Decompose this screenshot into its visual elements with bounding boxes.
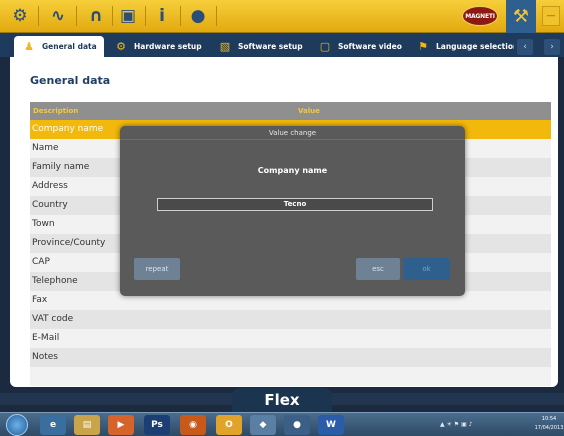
table-row[interactable]: Notes (30, 348, 551, 367)
row-label: Town (32, 219, 55, 229)
column-header-value: Value (298, 107, 320, 115)
tab-label: Software video (338, 42, 402, 51)
repeat-button[interactable]: repeat (134, 258, 180, 280)
firefox-icon[interactable]: ◉ (180, 415, 206, 435)
start-button[interactable] (6, 414, 28, 436)
row-label: Country (32, 200, 68, 210)
info-icon[interactable]: i (150, 5, 174, 27)
tools-icon[interactable]: ⚒ (506, 0, 536, 33)
folder-icon[interactable]: ▣ (116, 5, 140, 27)
clock[interactable]: 10:54 17/04/2013 (534, 415, 564, 435)
tab-scroll-right-icon[interactable]: › (544, 39, 560, 55)
tab-label: Hardware setup (134, 42, 202, 51)
table-row[interactable] (30, 367, 551, 386)
photoshop-icon[interactable]: Ps (144, 415, 170, 435)
toolbar-divider (112, 6, 113, 26)
tab-label: Software setup (238, 42, 303, 51)
app-icon[interactable]: ● (284, 415, 310, 435)
clock-date: 17/04/2013 (534, 425, 564, 431)
flag-icon: ⚑ (418, 40, 428, 53)
toolbar-divider (145, 6, 146, 26)
app-icon[interactable]: ◆ (250, 415, 276, 435)
toolbar-divider (76, 6, 77, 26)
media-player-icon[interactable]: ▶ (108, 415, 134, 435)
tab-software-setup[interactable]: ▧ Software setup (210, 36, 306, 57)
word-icon[interactable]: W (318, 415, 344, 435)
row-label: E-Mail (32, 333, 60, 343)
diagnosis-icon[interactable]: ∿ (46, 5, 70, 27)
value-input[interactable]: Tecno (157, 198, 433, 211)
row-label: Company name (32, 124, 104, 134)
clock-time: 10:54 (541, 416, 557, 422)
tab-scroll-left-icon[interactable]: ‹ (517, 39, 533, 55)
tab-software-video[interactable]: ▢ Software video (310, 36, 404, 57)
tab-general-data[interactable]: ♟ General data (14, 36, 104, 57)
row-label: Fax (32, 295, 48, 305)
system-tray: ▲ ☀ ⚑ ▣ ♪ (440, 421, 473, 428)
people-icon: ♟ (24, 40, 34, 53)
tab-label: Language selection (436, 42, 514, 51)
brand-logo: MAGNETI MARELLI (462, 6, 498, 40)
ok-button[interactable]: ok (403, 258, 450, 280)
row-label: Address (32, 181, 68, 191)
row-label: Province/County (32, 238, 106, 248)
top-toolbar: ⚙ ∿ ∩ ▣ i ● MAGNETI MARELLI ⚒ — (0, 0, 564, 40)
vehicle-selection-icon[interactable]: ⚙ (8, 5, 32, 27)
row-label: CAP (32, 257, 50, 267)
row-label: Family name (32, 162, 90, 172)
row-label: VAT code (32, 314, 74, 324)
globe-icon[interactable]: ● (186, 5, 210, 27)
dialog-title: Value change (120, 126, 465, 140)
tab-language-selection[interactable]: ⚑ Language selection (408, 36, 514, 57)
connection-icon[interactable]: ∩ (84, 5, 108, 27)
folder-icon[interactable]: ▤ (74, 415, 100, 435)
value-change-dialog: Value change Company name Tecno repeat e… (120, 126, 465, 296)
tab-strip: ♟ General data ⚙ Hardware setup ▧ Softwa… (0, 33, 564, 57)
table-row[interactable]: VAT code (30, 310, 551, 329)
esc-button[interactable]: esc (356, 258, 400, 280)
table-header: Description Value (30, 102, 551, 120)
toolbar-divider (216, 6, 217, 26)
video-icon: ▢ (319, 40, 331, 53)
minimize-icon[interactable]: — (542, 6, 560, 26)
outlook-icon[interactable]: O (216, 415, 242, 435)
windows-taskbar: e ▤ ▶ Ps ◉ O ◆ ● W ▲ ☀ ⚑ ▣ ♪ 10:54 17/04… (0, 412, 564, 436)
toolbar-divider (180, 6, 181, 26)
field-label: Company name (257, 166, 328, 175)
tab-hardware-setup[interactable]: ⚙ Hardware setup (106, 36, 206, 57)
tab-label: General data (42, 42, 97, 51)
document-icon: ▧ (219, 40, 231, 53)
page-title: General data (30, 74, 111, 87)
toolbar-divider (38, 6, 39, 26)
row-label: Telephone (32, 276, 78, 286)
row-label: Name (32, 143, 59, 153)
row-label: Notes (32, 352, 58, 362)
table-row[interactable]: E-Mail (30, 329, 551, 348)
column-header-description: Description (33, 107, 79, 115)
internet-explorer-icon[interactable]: e (40, 415, 66, 435)
gear-icon: ⚙ (116, 40, 126, 53)
brand-name: Flex (232, 388, 332, 414)
